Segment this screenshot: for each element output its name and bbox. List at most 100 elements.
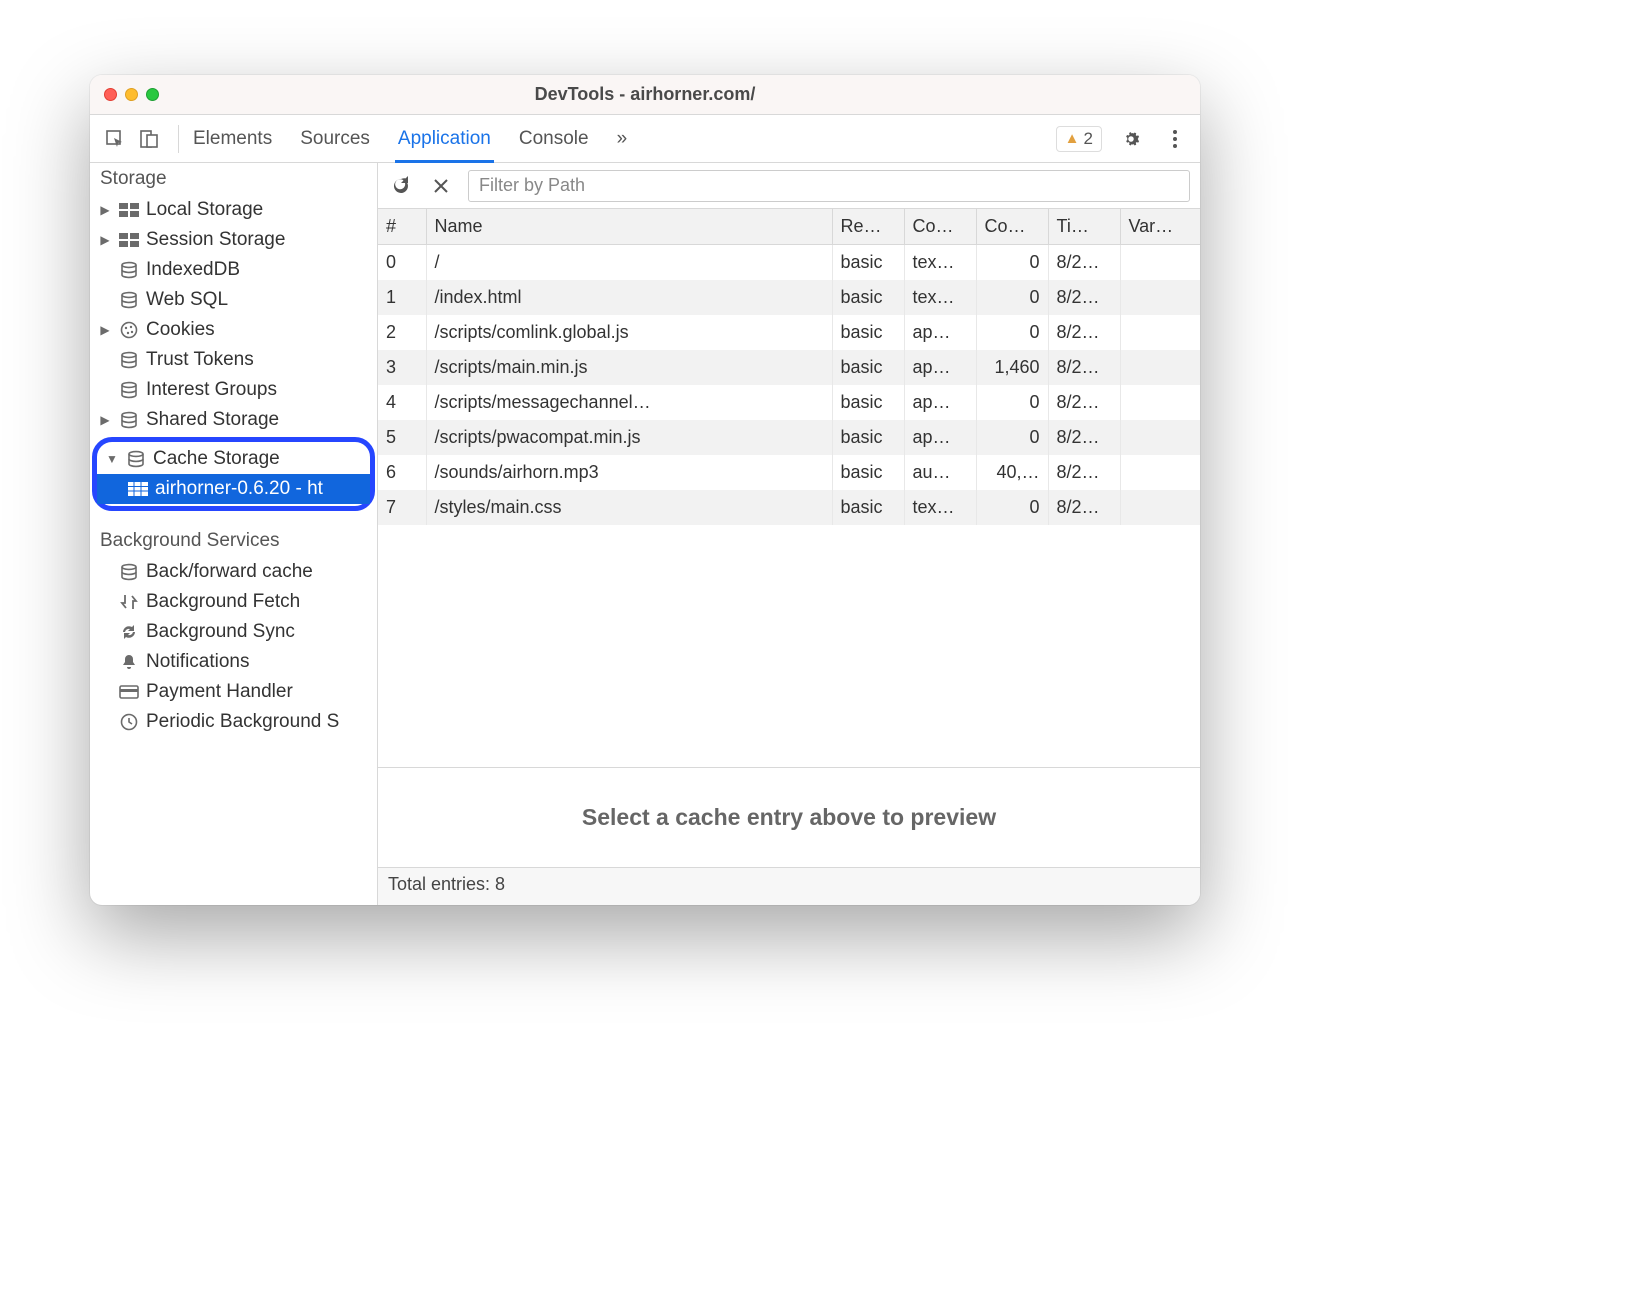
preview-placeholder: Select a cache entry above to preview: [582, 804, 996, 831]
db-icon: [118, 562, 140, 582]
col-header[interactable]: Ti…: [1048, 209, 1120, 245]
sidebar-item-payment-handler[interactable]: ▶Payment Handler: [90, 677, 377, 707]
highlight-annotation: ▼ Cache Storage airhorner-0.6.20 - ht: [92, 437, 375, 511]
tree-label: Background Fetch: [146, 591, 300, 613]
sidebar-item-cache-storage[interactable]: ▼ Cache Storage: [97, 444, 370, 474]
table-row[interactable]: 5/scripts/pwacompat.min.jsbasicap…08/2…: [378, 420, 1200, 455]
sidebar-item-cookies[interactable]: ▶ Cookies: [90, 315, 377, 345]
tab-sources[interactable]: Sources: [300, 115, 370, 163]
table-row[interactable]: 3/scripts/main.min.jsbasicap…1,4608/2…: [378, 350, 1200, 385]
db-icon: [118, 350, 140, 370]
chevron-right-icon: ▶: [98, 233, 112, 247]
card-icon: [118, 682, 140, 702]
main-area: Storage ▶Local Storage▶Session Storage▶I…: [90, 163, 1200, 905]
chevron-down-icon: ▼: [105, 452, 119, 466]
chevron-right-icon: ▶: [98, 413, 112, 427]
db-icon: [118, 290, 140, 310]
sidebar-item-session-storage[interactable]: ▶ Session Storage: [90, 225, 377, 255]
tree-label: Cookies: [146, 319, 215, 341]
devtools-toolbar: Elements Sources Application Console » ▲…: [90, 115, 1200, 163]
tree-label: Web SQL: [146, 289, 228, 311]
table-row[interactable]: 1/index.htmlbasictex…08/2…: [378, 280, 1200, 315]
col-header[interactable]: #: [378, 209, 426, 245]
section-header-storage: Storage: [90, 163, 377, 195]
sidebar-item-shared-storage[interactable]: ▶ Shared Storage: [90, 405, 377, 435]
table-row[interactable]: 4/scripts/messagechannel…basicap…08/2…: [378, 385, 1200, 420]
window-title: DevTools - airhorner.com/: [90, 84, 1200, 105]
tab-console[interactable]: Console: [519, 115, 589, 163]
tree-label: Interest Groups: [146, 379, 277, 401]
settings-icon[interactable]: [1116, 124, 1146, 154]
grid-icon: [118, 230, 140, 250]
sidebar-item-local-storage[interactable]: ▶ Local Storage: [90, 195, 377, 225]
tree-label: Periodic Background S: [146, 711, 339, 733]
content-pane: #NameRe…Co…Co…Ti…Var… 0/basictex…08/2…1/…: [378, 163, 1200, 905]
device-toggle-icon[interactable]: [134, 124, 164, 154]
section-header-background: Background Services: [90, 525, 377, 557]
tree-label: Session Storage: [146, 229, 285, 251]
panel-tabs: Elements Sources Application Console »: [193, 115, 627, 163]
grid-icon: [118, 200, 140, 220]
sidebar-item-back-forward-cache[interactable]: ▶Back/forward cache: [90, 557, 377, 587]
sidebar-item-web-sql[interactable]: ▶Web SQL: [90, 285, 377, 315]
table-row[interactable]: 0/basictex…08/2…: [378, 245, 1200, 281]
tab-application[interactable]: Application: [398, 115, 491, 163]
col-header[interactable]: Var…: [1120, 209, 1200, 245]
col-header[interactable]: Co…: [976, 209, 1048, 245]
table-row[interactable]: 7/styles/main.cssbasictex…08/2…: [378, 490, 1200, 525]
tree-label: Back/forward cache: [146, 561, 313, 583]
tree-label: IndexedDB: [146, 259, 240, 281]
sidebar-item-background-sync[interactable]: ▶Background Sync: [90, 617, 377, 647]
titlebar: DevTools - airhorner.com/: [90, 75, 1200, 115]
tree-label: Background Sync: [146, 621, 295, 643]
table-icon: [127, 479, 149, 499]
db-icon: [118, 410, 140, 430]
sidebar-item-indexeddb[interactable]: ▶IndexedDB: [90, 255, 377, 285]
clock-icon: [118, 712, 140, 732]
sidebar-item-cache-instance[interactable]: airhorner-0.6.20 - ht: [97, 474, 370, 504]
chevron-right-icon: ▶: [98, 203, 112, 217]
refresh-icon[interactable]: [388, 173, 414, 199]
warning-icon: ▲: [1065, 130, 1080, 147]
footer-status: Total entries: 8: [378, 867, 1200, 905]
inspect-element-icon[interactable]: [100, 124, 130, 154]
sidebar-item-background-fetch[interactable]: ▶Background Fetch: [90, 587, 377, 617]
table-row[interactable]: 2/scripts/comlink.global.jsbasicap…08/2…: [378, 315, 1200, 350]
separator: [178, 125, 179, 153]
tree-label: Trust Tokens: [146, 349, 254, 371]
sync-icon: [118, 622, 140, 642]
tree-label: Shared Storage: [146, 409, 279, 431]
tree-label: Local Storage: [146, 199, 263, 221]
total-entries: Total entries: 8: [388, 874, 505, 894]
sidebar-item-periodic-background-s[interactable]: ▶Periodic Background S: [90, 707, 377, 737]
warnings-badge[interactable]: ▲ 2: [1056, 126, 1102, 152]
tree-label: Payment Handler: [146, 681, 293, 703]
devtools-window: DevTools - airhorner.com/ Elements Sourc…: [90, 75, 1200, 905]
warning-count: 2: [1084, 129, 1093, 149]
sidebar-item-interest-groups[interactable]: ▶Interest Groups: [90, 375, 377, 405]
filter-input[interactable]: [468, 170, 1190, 202]
tree-label: airhorner-0.6.20 - ht: [155, 478, 323, 500]
fetch-icon: [118, 592, 140, 612]
sidebar: Storage ▶Local Storage▶Session Storage▶I…: [90, 163, 378, 905]
tree-label: Notifications: [146, 651, 250, 673]
content-toolbar: [378, 163, 1200, 209]
toolbar-right: ▲ 2: [1056, 124, 1190, 154]
col-header[interactable]: Name: [426, 209, 832, 245]
clear-icon[interactable]: [428, 173, 454, 199]
table-row[interactable]: 6/sounds/airhorn.mp3basicau…40,…8/2…: [378, 455, 1200, 490]
bell-icon: [118, 652, 140, 672]
preview-pane: Select a cache entry above to preview: [378, 767, 1200, 867]
col-header[interactable]: Co…: [904, 209, 976, 245]
db-icon: [118, 380, 140, 400]
tab-elements[interactable]: Elements: [193, 115, 272, 163]
cache-table: #NameRe…Co…Co…Ti…Var… 0/basictex…08/2…1/…: [378, 209, 1200, 905]
tree-label: Cache Storage: [153, 448, 280, 470]
chevron-right-icon: ▶: [98, 323, 112, 337]
col-header[interactable]: Re…: [832, 209, 904, 245]
tab-more[interactable]: »: [617, 115, 628, 163]
sidebar-item-notifications[interactable]: ▶Notifications: [90, 647, 377, 677]
kebab-menu-icon[interactable]: [1160, 124, 1190, 154]
db-icon: [118, 260, 140, 280]
sidebar-item-trust-tokens[interactable]: ▶Trust Tokens: [90, 345, 377, 375]
